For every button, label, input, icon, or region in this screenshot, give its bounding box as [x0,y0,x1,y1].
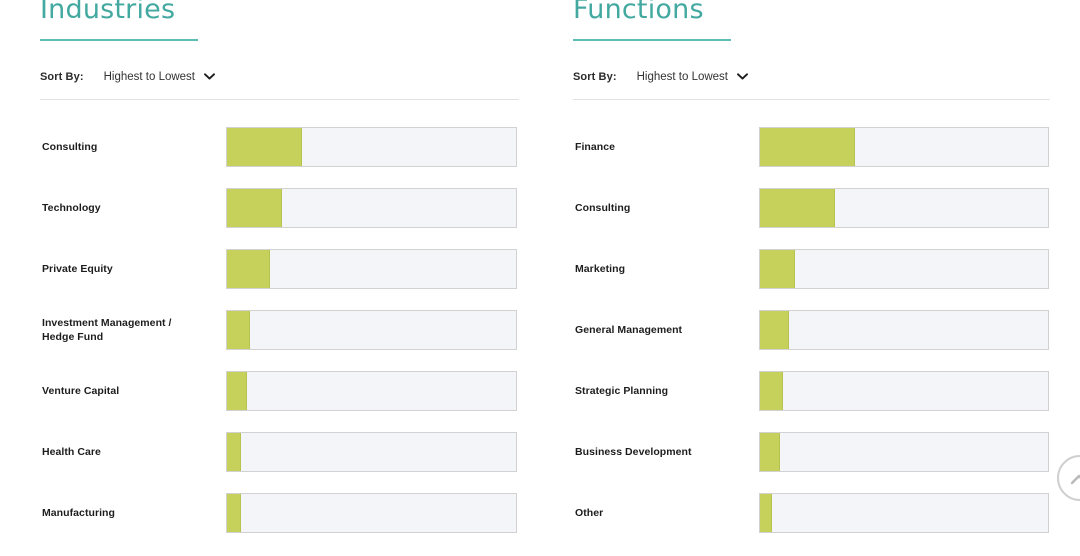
table-row: Technology 19% [40,177,520,238]
table-row: Health Care 5% [40,421,520,482]
sort-by-label: Sort By: [40,71,84,83]
table-row: Manufacturing 5% [40,482,520,543]
table-row: Other 4% [573,482,1053,543]
bar-fill [760,432,781,471]
sort-by-dropdown-functions[interactable]: Highest to Lowest [637,71,748,83]
sort-by-label: Sort By: [573,71,617,83]
bar-fill [227,127,303,166]
bar-track [759,248,1049,289]
page-title-industries: Industries [40,0,176,25]
bar-fill [760,493,772,532]
sort-bar-functions: Sort By: Highest to Lowest [573,69,748,85]
bar-track [226,370,517,411]
bar-fill [227,371,248,410]
row-label: Other [575,506,604,519]
row-label: Private Equity [42,262,113,275]
table-row: Venture Capital 7% [40,360,520,421]
page-title-functions: Functions [573,0,704,25]
sort-bar-industries: Sort By: Highest to Lowest [40,69,215,85]
table-row: Strategic Planning 8% [573,360,1053,421]
bar-list-industries: Consulting 26% Technology 19% Private Eq… [40,116,520,543]
bar-fill [760,127,856,166]
title-underline-industries [40,39,198,41]
bar-track [759,126,1049,167]
bar-track [759,370,1049,411]
bar-track [759,431,1049,472]
table-row: General Management 10% [573,299,1053,360]
row-label: Venture Capital [42,384,120,397]
bar-track [226,309,517,350]
bar-fill [227,310,251,349]
header-divider-functions [573,99,1050,100]
row-label: Technology [42,201,101,214]
row-label: Business Development [575,445,692,458]
row-label: Marketing [575,262,626,275]
row-label: General Management [575,323,683,336]
bar-fill [227,188,282,227]
row-label: Health Care [42,445,101,458]
table-row: Consulting 26% [40,116,520,177]
bar-fill [227,432,242,471]
bar-track [226,187,517,228]
bar-fill [760,371,784,410]
row-label: Consulting [575,201,631,214]
bar-track [226,492,517,533]
sort-by-value: Highest to Lowest [103,71,196,83]
scroll-to-top-button[interactable] [1057,455,1080,501]
row-label: Strategic Planning [575,384,669,397]
stats-board: Industries Sort By: Highest to Lowest Co… [0,0,1080,556]
bar-fill [227,493,242,532]
bar-track [226,248,517,289]
header-divider-industries [40,99,519,100]
sort-by-value: Highest to Lowest [636,71,729,83]
table-row: Finance 33% [573,116,1053,177]
title-underline-functions [573,39,731,41]
bar-list-functions: Finance 33% Consulting 26% Marketing 12% [573,116,1053,543]
bar-track [759,309,1049,350]
bar-track [759,492,1049,533]
row-label: Manufacturing [42,506,115,519]
chevron-down-icon [737,71,748,82]
table-row: Business Development 7% [573,421,1053,482]
row-label: Consulting [42,140,98,153]
bar-fill [760,310,789,349]
table-row: Private Equity 15% [40,238,520,299]
table-row: Marketing 12% [573,238,1053,299]
bar-track [226,126,517,167]
bar-track [226,431,517,472]
sort-by-dropdown-industries[interactable]: Highest to Lowest [104,71,215,83]
bar-fill [227,249,271,288]
table-row: Investment Management / Hedge Fund 8% [40,299,520,360]
row-label: Investment Management / Hedge Fund [42,316,172,343]
bar-fill [760,249,795,288]
table-row: Consulting 26% [573,177,1053,238]
chevron-down-icon [204,71,215,82]
bar-fill [760,188,835,227]
bar-track [759,187,1049,228]
row-label: Finance [575,140,616,153]
